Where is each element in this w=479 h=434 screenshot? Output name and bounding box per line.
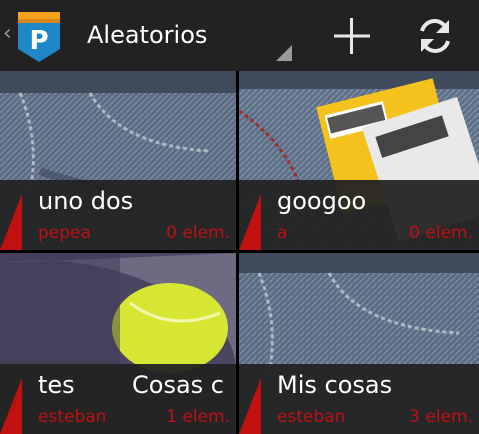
tile-info-panel: Mis cosas esteban 3 elem. xyxy=(261,364,479,434)
red-corner-accent xyxy=(239,364,261,434)
app-logo-icon[interactable]: P xyxy=(14,9,64,64)
list-count: 0 elem. xyxy=(166,223,230,243)
refresh-button[interactable] xyxy=(413,14,457,58)
list-tile[interactable]: Mis cosas esteban 3 elem. xyxy=(239,253,479,434)
list-name: tes xyxy=(38,371,75,399)
plus-icon xyxy=(334,18,370,54)
up-chevron-icon[interactable]: ‹ xyxy=(3,20,12,48)
list-tile[interactable]: tes Cosas c esteban 1 elem. xyxy=(0,253,236,434)
grid-divider xyxy=(0,250,479,253)
tile-info-panel: uno dos pepea 0 elem. xyxy=(22,180,236,250)
action-bar: ‹ P Aleatorios xyxy=(0,0,479,71)
list-name: uno dos xyxy=(38,187,134,215)
tile-info-panel: googoo a 0 elem. xyxy=(261,180,479,250)
list-tile[interactable]: googoo a 0 elem. xyxy=(239,71,479,250)
list-tile[interactable]: uno dos pepea 0 elem. xyxy=(0,71,236,250)
list-owner: esteban xyxy=(38,407,107,427)
list-name: googoo xyxy=(277,187,367,215)
list-count: 1 elem. xyxy=(166,407,230,427)
list-name: Mis cosas xyxy=(277,371,393,399)
logo-letter: P xyxy=(29,26,48,56)
red-corner-accent xyxy=(0,364,22,434)
add-button[interactable] xyxy=(330,14,374,58)
list-count: 3 elem. xyxy=(409,407,473,427)
list-owner: pepea xyxy=(38,223,91,243)
red-corner-accent xyxy=(239,180,261,250)
list-name-overflow: Cosas c xyxy=(132,371,224,399)
list-owner: esteban xyxy=(277,407,346,427)
page-title[interactable]: Aleatorios xyxy=(87,19,207,51)
spinner-indicator-icon xyxy=(276,45,292,61)
list-owner: a xyxy=(277,223,288,243)
list-count: 0 elem. xyxy=(409,223,473,243)
tile-info-panel: tes Cosas c esteban 1 elem. xyxy=(22,364,236,434)
red-corner-accent xyxy=(0,180,22,250)
